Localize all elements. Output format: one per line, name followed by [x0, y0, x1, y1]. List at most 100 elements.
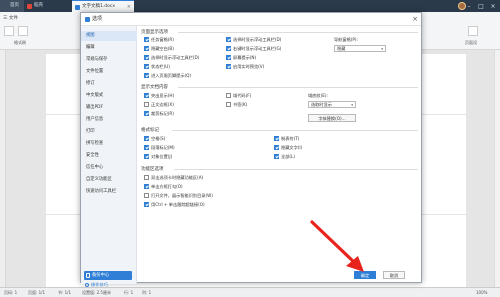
cancel-button[interactable]: 取消 [383, 271, 405, 279]
field-shading-value: 选取时显示 [311, 102, 332, 107]
sidebar-item-file-location[interactable]: 文件位置 [81, 67, 137, 77]
sidebar-item-chinese-layout[interactable]: 中文版式 [81, 91, 137, 101]
checkbox-label: 用Ctrl + 单击跟踪超链接(O) [151, 202, 205, 207]
docer-icon [27, 3, 32, 9]
checkbox-text-boundaries[interactable]: 正文边框(X) [144, 102, 174, 108]
checkbox-screen-tips[interactable]: 屏幕提示(N) [226, 55, 256, 61]
file-menu[interactable]: 三 文件 [3, 15, 18, 21]
section-show-content: 显示文档内容 [141, 85, 168, 90]
checkbox-header-footer-tip[interactable]: 进入页眉页脚提示(Q) [144, 73, 191, 79]
checkbox-hide-blank[interactable]: 隐藏空白(B) [144, 46, 174, 52]
checkbox-hide-ribbon-dblclick[interactable]: 双击选项卡时隐藏功能区(A) [144, 175, 203, 181]
vertical-scrollbar[interactable] [494, 50, 500, 287]
sidebar-item-security[interactable]: 安全性 [81, 151, 137, 161]
checkbox-float-toolbar-select[interactable]: 选择时显示浮动工具栏(D) [226, 37, 281, 43]
checkbox-box [144, 193, 149, 198]
backup-center-button[interactable]: 备份中心 [84, 271, 132, 280]
checkbox-label: 正文边框(X) [151, 102, 174, 107]
checkbox-box [144, 37, 149, 42]
chevron-down-icon: ▾ [351, 103, 353, 107]
sidebar-item-general-save[interactable]: 常规与保存 [81, 55, 137, 65]
checkbox-box [226, 102, 231, 107]
checkbox-bookmarks[interactable]: 书签(K) [226, 102, 247, 108]
checkbox-box [226, 37, 231, 42]
ok-button[interactable]: 确定 [354, 271, 376, 279]
checkbox-field-codes[interactable]: 域代码(F) [226, 93, 251, 99]
sidebar-item-quick-access[interactable]: 快速访问工具栏 [81, 187, 137, 197]
checkbox-ctrl-click-link[interactable]: 用Ctrl + 单击跟踪超链接(O) [144, 202, 205, 208]
checkbox-box [274, 154, 279, 159]
checkbox-label: 状态栏(U) [151, 64, 170, 69]
cut-icon[interactable] [18, 26, 28, 36]
checkbox-task-pane[interactable]: 任务窗格(R) [144, 37, 174, 43]
checkbox-live-preview[interactable]: 启用实时预览(V) [226, 64, 264, 70]
section-divider [178, 32, 418, 33]
section-divider [174, 169, 418, 170]
checkbox-smart-toc[interactable]: 打开文件，展示智能识别目录(W) [144, 193, 213, 199]
sidebar-item-spell-check[interactable]: 拼写检查 [81, 139, 137, 149]
window-controls: – □ × [464, 0, 498, 12]
chevron-down-icon: ▾ [381, 47, 383, 51]
checkbox-box [144, 46, 149, 51]
checkbox-paragraph-marks[interactable]: 段落标记(M) [144, 145, 175, 151]
page-setup-icon[interactable] [468, 26, 478, 36]
checkbox-label: 段落标记(M) [151, 145, 175, 150]
checkbox-float-toolbar-right[interactable]: 右键时显示浮动工具栏(G) [226, 46, 281, 52]
minimize-icon[interactable]: – [464, 3, 474, 10]
checkbox-label: 对象位置(J) [151, 154, 173, 159]
backup-icon [86, 273, 90, 278]
tab-template-label: 稻壳 [34, 3, 43, 8]
maximize-icon[interactable]: □ [476, 3, 486, 10]
sidebar-item-revision[interactable]: 修订 [81, 79, 137, 89]
nav-pane-select[interactable]: 隐藏 ▾ [334, 45, 386, 52]
nav-pane-label: 导航窗格(P): [334, 37, 358, 42]
checkbox-highlight[interactable]: 突出显示(H) [144, 93, 174, 99]
sidebar-item-customize-ribbon[interactable]: 自定义功能区 [81, 175, 137, 185]
checkbox-box [144, 145, 149, 150]
checkbox-label: 启用实时预览(V) [233, 64, 265, 69]
sidebar-item-edit[interactable]: 编辑 [81, 43, 137, 53]
checkbox-box [274, 145, 279, 150]
status-settings: 设置值: 2.5厘米 [82, 290, 111, 295]
checkbox-box [144, 184, 149, 189]
checkbox-tab-characters[interactable]: 制表符(T) [274, 136, 299, 142]
dialog-title-bar[interactable]: 选项 × [81, 13, 421, 26]
field-shading-select[interactable]: 选取时显示 ▾ [308, 101, 356, 108]
checkbox-box [144, 55, 149, 60]
tips-link-label: 操作技巧 [91, 282, 108, 287]
status-zoom[interactable]: 100% [476, 288, 487, 297]
paste-icon[interactable] [4, 26, 14, 36]
tab-document-label: 文字文稿1.docx [82, 4, 116, 9]
tips-link[interactable]: 操作技巧 [85, 282, 108, 288]
checkbox-box [144, 154, 149, 159]
font-substitution-button[interactable]: 字体替换(O)... [308, 114, 356, 122]
checkbox-all-marks[interactable]: 全部(L) [274, 154, 295, 160]
sidebar-item-export-pdf[interactable]: 输出PDF [81, 103, 137, 113]
sidebar-item-view[interactable]: 视图 [81, 31, 137, 41]
sidebar-item-print[interactable]: 打印 [81, 127, 137, 137]
close-icon[interactable]: × [488, 3, 498, 10]
checkbox-click-box-tick[interactable]: 单击方框打勾(O) [144, 184, 183, 190]
format-painter-label: 格式刷 [14, 40, 26, 45]
status-pages: 页面: 1/1 [28, 290, 46, 295]
checkbox-label: 制表符(T) [281, 136, 300, 141]
checkbox-status-bar[interactable]: 状态栏(U) [144, 64, 170, 70]
tab-home[interactable]: 首页 [0, 0, 24, 12]
sidebar-item-user-info[interactable]: 用户信息 [81, 115, 137, 125]
checkbox-float-toolbar-1[interactable]: 选择时显示浮动工具栏(D) [144, 55, 199, 61]
dialog-close-icon[interactable]: × [412, 13, 418, 26]
backup-center-label: 备份中心 [92, 273, 110, 278]
checkbox-label: 裁剪标记(R) [151, 111, 174, 116]
checkbox-hidden-text[interactable]: 隐藏文字(I) [274, 145, 302, 151]
document-icon [75, 4, 80, 10]
checkbox-label: 打开文件，展示智能识别目录(W) [151, 193, 213, 198]
checkbox-spaces[interactable]: 空格(S) [144, 136, 165, 142]
sidebar-item-trust-center[interactable]: 信任中心 [81, 163, 137, 173]
checkbox-crop-marks[interactable]: 裁剪标记(R) [144, 111, 174, 117]
checkbox-label: 隐藏文字(I) [281, 145, 303, 150]
tab-template[interactable]: 稻壳 [24, 0, 72, 12]
tab-document[interactable]: 文字文稿1.docx × [72, 0, 134, 12]
checkbox-label: 书签(K) [233, 102, 248, 107]
checkbox-object-anchors[interactable]: 对象位置(J) [144, 154, 172, 160]
section-page-display: 页面显示选项 [141, 30, 168, 35]
